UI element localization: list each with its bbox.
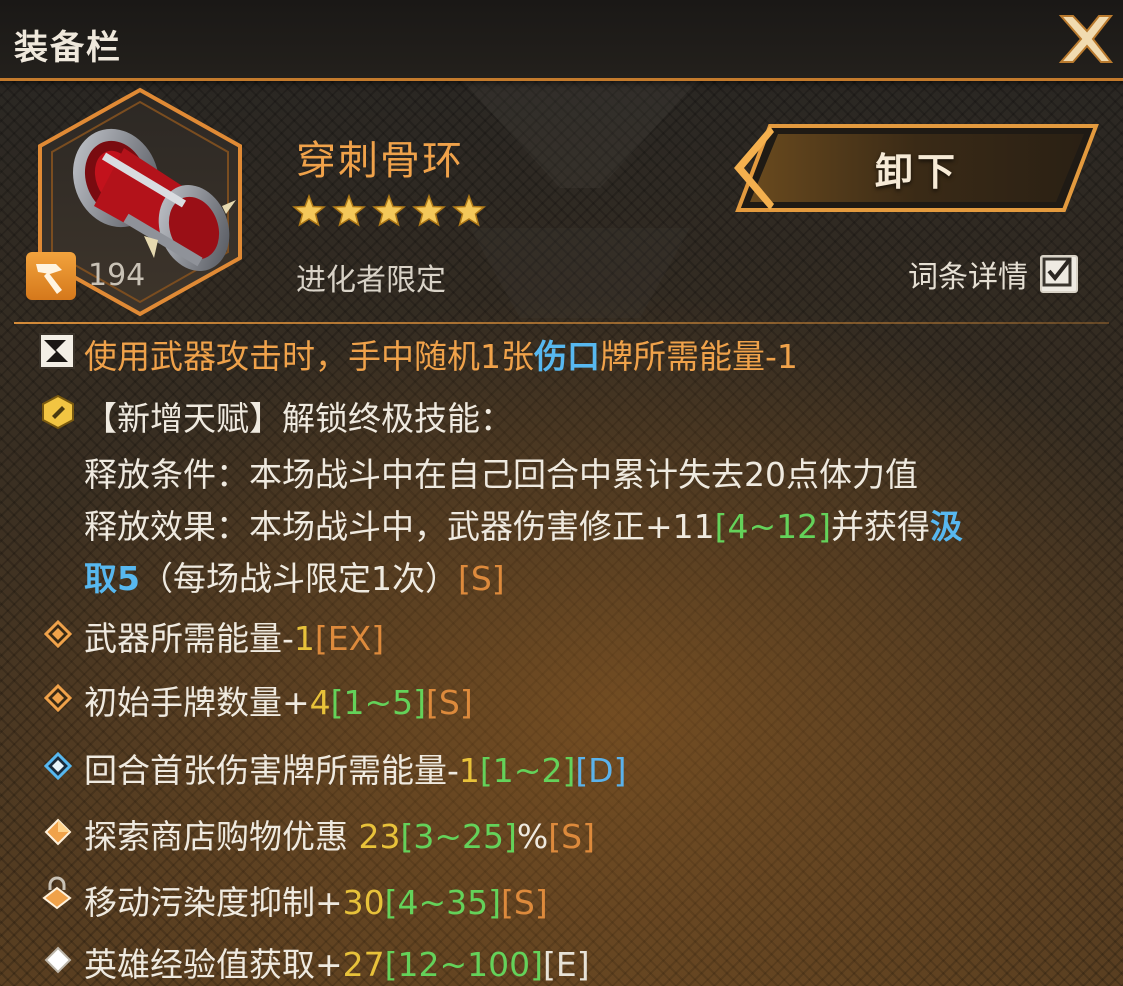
affix-tier: [E] bbox=[543, 945, 590, 984]
star-icon bbox=[412, 194, 446, 227]
close-icon bbox=[1058, 15, 1114, 63]
affix-row: 回合首张伤害牌所需能量-1[1~2][D] bbox=[84, 744, 626, 792]
talent-heading: 【新增天赋】解锁终极技能： bbox=[84, 399, 513, 438]
affix-details-toggle[interactable]: 词条详情 bbox=[908, 252, 1078, 296]
affix-range: [3~25] bbox=[400, 817, 517, 856]
drain-keyword: 汲 bbox=[930, 507, 964, 546]
affix-value: 1 bbox=[458, 751, 480, 790]
window-title: 装备栏 bbox=[14, 28, 122, 68]
affix-label: 初始手牌数量 bbox=[84, 683, 282, 722]
checkmark-icon bbox=[1042, 257, 1072, 287]
talent-effect-mid: 并获得 bbox=[831, 507, 931, 546]
talent-effect-line: 释放效果：本场战斗中，武器伤害修正+11[4~12]并获得汲 bbox=[84, 500, 963, 548]
title-bar: 装备栏 bbox=[0, 0, 1123, 81]
unequip-button[interactable]: 卸下 bbox=[734, 122, 1100, 214]
star-icon bbox=[372, 194, 406, 227]
talent-tier: [S] bbox=[457, 559, 505, 598]
affix-sign: - bbox=[447, 751, 459, 790]
diamond-orange-icon bbox=[44, 684, 72, 712]
affix-details-checkbox[interactable] bbox=[1040, 255, 1078, 293]
affix-value: 27 bbox=[342, 945, 385, 984]
affix-label: 武器所需能量 bbox=[84, 619, 282, 658]
affix-tier: [S] bbox=[426, 683, 473, 722]
affix-unit: % bbox=[516, 817, 549, 856]
star-icon bbox=[332, 194, 366, 227]
diamond-blue-icon bbox=[44, 752, 72, 780]
talent-effect-limit: （每场战斗限定1次） bbox=[139, 559, 458, 598]
affix-row: 探索商店购物优惠 23[3~25]%[S] bbox=[84, 810, 595, 858]
affix-row: 武器所需能量-1[EX] bbox=[84, 612, 384, 660]
diamond-filled-orange-icon bbox=[44, 818, 72, 846]
section-divider bbox=[14, 322, 1109, 324]
star-icon bbox=[292, 194, 326, 227]
talent-effect-line-2: 取5（每场战斗限定1次）[S] bbox=[84, 552, 505, 600]
affix-label: 英雄经验值获取 bbox=[84, 945, 315, 984]
item-name: 穿刺骨环 bbox=[296, 138, 464, 184]
item-restriction: 进化者限定 bbox=[296, 263, 446, 298]
affix-tier: [D] bbox=[575, 751, 627, 790]
affix-range: [4~35] bbox=[384, 883, 502, 922]
wound-keyword: 伤口 bbox=[534, 337, 600, 376]
star-icon bbox=[452, 194, 486, 227]
affix-range: [12~100] bbox=[384, 945, 544, 984]
affix-label: 回合首张伤害牌所需能量 bbox=[84, 751, 447, 790]
talent-hex-icon bbox=[42, 394, 74, 430]
affix-row: 初始手牌数量+4[1~5][S] bbox=[84, 676, 473, 724]
affix-range: [1~2] bbox=[479, 751, 576, 790]
affix-sign: + bbox=[282, 683, 310, 722]
diamond-white-icon bbox=[44, 946, 72, 974]
item-level-badge bbox=[26, 252, 76, 300]
hammer-icon bbox=[36, 264, 62, 294]
main-effect-text-end: 牌所需能量-1 bbox=[600, 337, 798, 376]
drain-keyword-value: 取5 bbox=[84, 559, 140, 598]
affix-row: 移动污染度抑制+30[4~35][S] bbox=[84, 876, 548, 924]
affix-sign: - bbox=[282, 619, 294, 658]
affix-label: 移动污染度抑制 bbox=[84, 883, 315, 922]
affix-sign: + bbox=[315, 883, 343, 922]
main-effect-line: 使用武器攻击时，手中随机1张伤口牌所需能量-1 bbox=[84, 330, 798, 378]
unequip-label: 卸下 bbox=[874, 149, 959, 194]
affix-tier: [EX] bbox=[314, 619, 385, 658]
weapon-effect-icon bbox=[39, 333, 75, 369]
affix-details-label: 词条详情 bbox=[908, 260, 1028, 295]
affix-value: 30 bbox=[342, 883, 385, 922]
main-effect-text: 使用武器攻击时，手中随机1张 bbox=[84, 337, 534, 376]
close-button[interactable] bbox=[1055, 10, 1114, 68]
diamond-orange-icon bbox=[44, 620, 72, 648]
star-rating bbox=[292, 194, 486, 228]
affix-range: [1~5] bbox=[330, 683, 427, 722]
affix-value: 23 bbox=[358, 817, 401, 856]
talent-condition: 释放条件：本场战斗中在自己回合中累计失去20点体力值 bbox=[84, 455, 918, 494]
talent-effect-range: [4~12] bbox=[714, 507, 832, 546]
affix-value: 4 bbox=[309, 683, 331, 722]
affix-label: 探索商店购物优惠 bbox=[84, 817, 359, 856]
affix-value: 1 bbox=[293, 619, 315, 658]
affix-tier: [S] bbox=[501, 883, 548, 922]
affix-sign: + bbox=[315, 945, 343, 984]
affix-row: 英雄经验值获取+27[12~100][E] bbox=[84, 938, 590, 986]
affix-tier: [S] bbox=[548, 817, 595, 856]
lock-icon bbox=[42, 876, 72, 910]
talent-effect-text: 释放效果：本场战斗中，武器伤害修正+11 bbox=[84, 507, 715, 546]
item-level: 194 bbox=[88, 258, 146, 293]
